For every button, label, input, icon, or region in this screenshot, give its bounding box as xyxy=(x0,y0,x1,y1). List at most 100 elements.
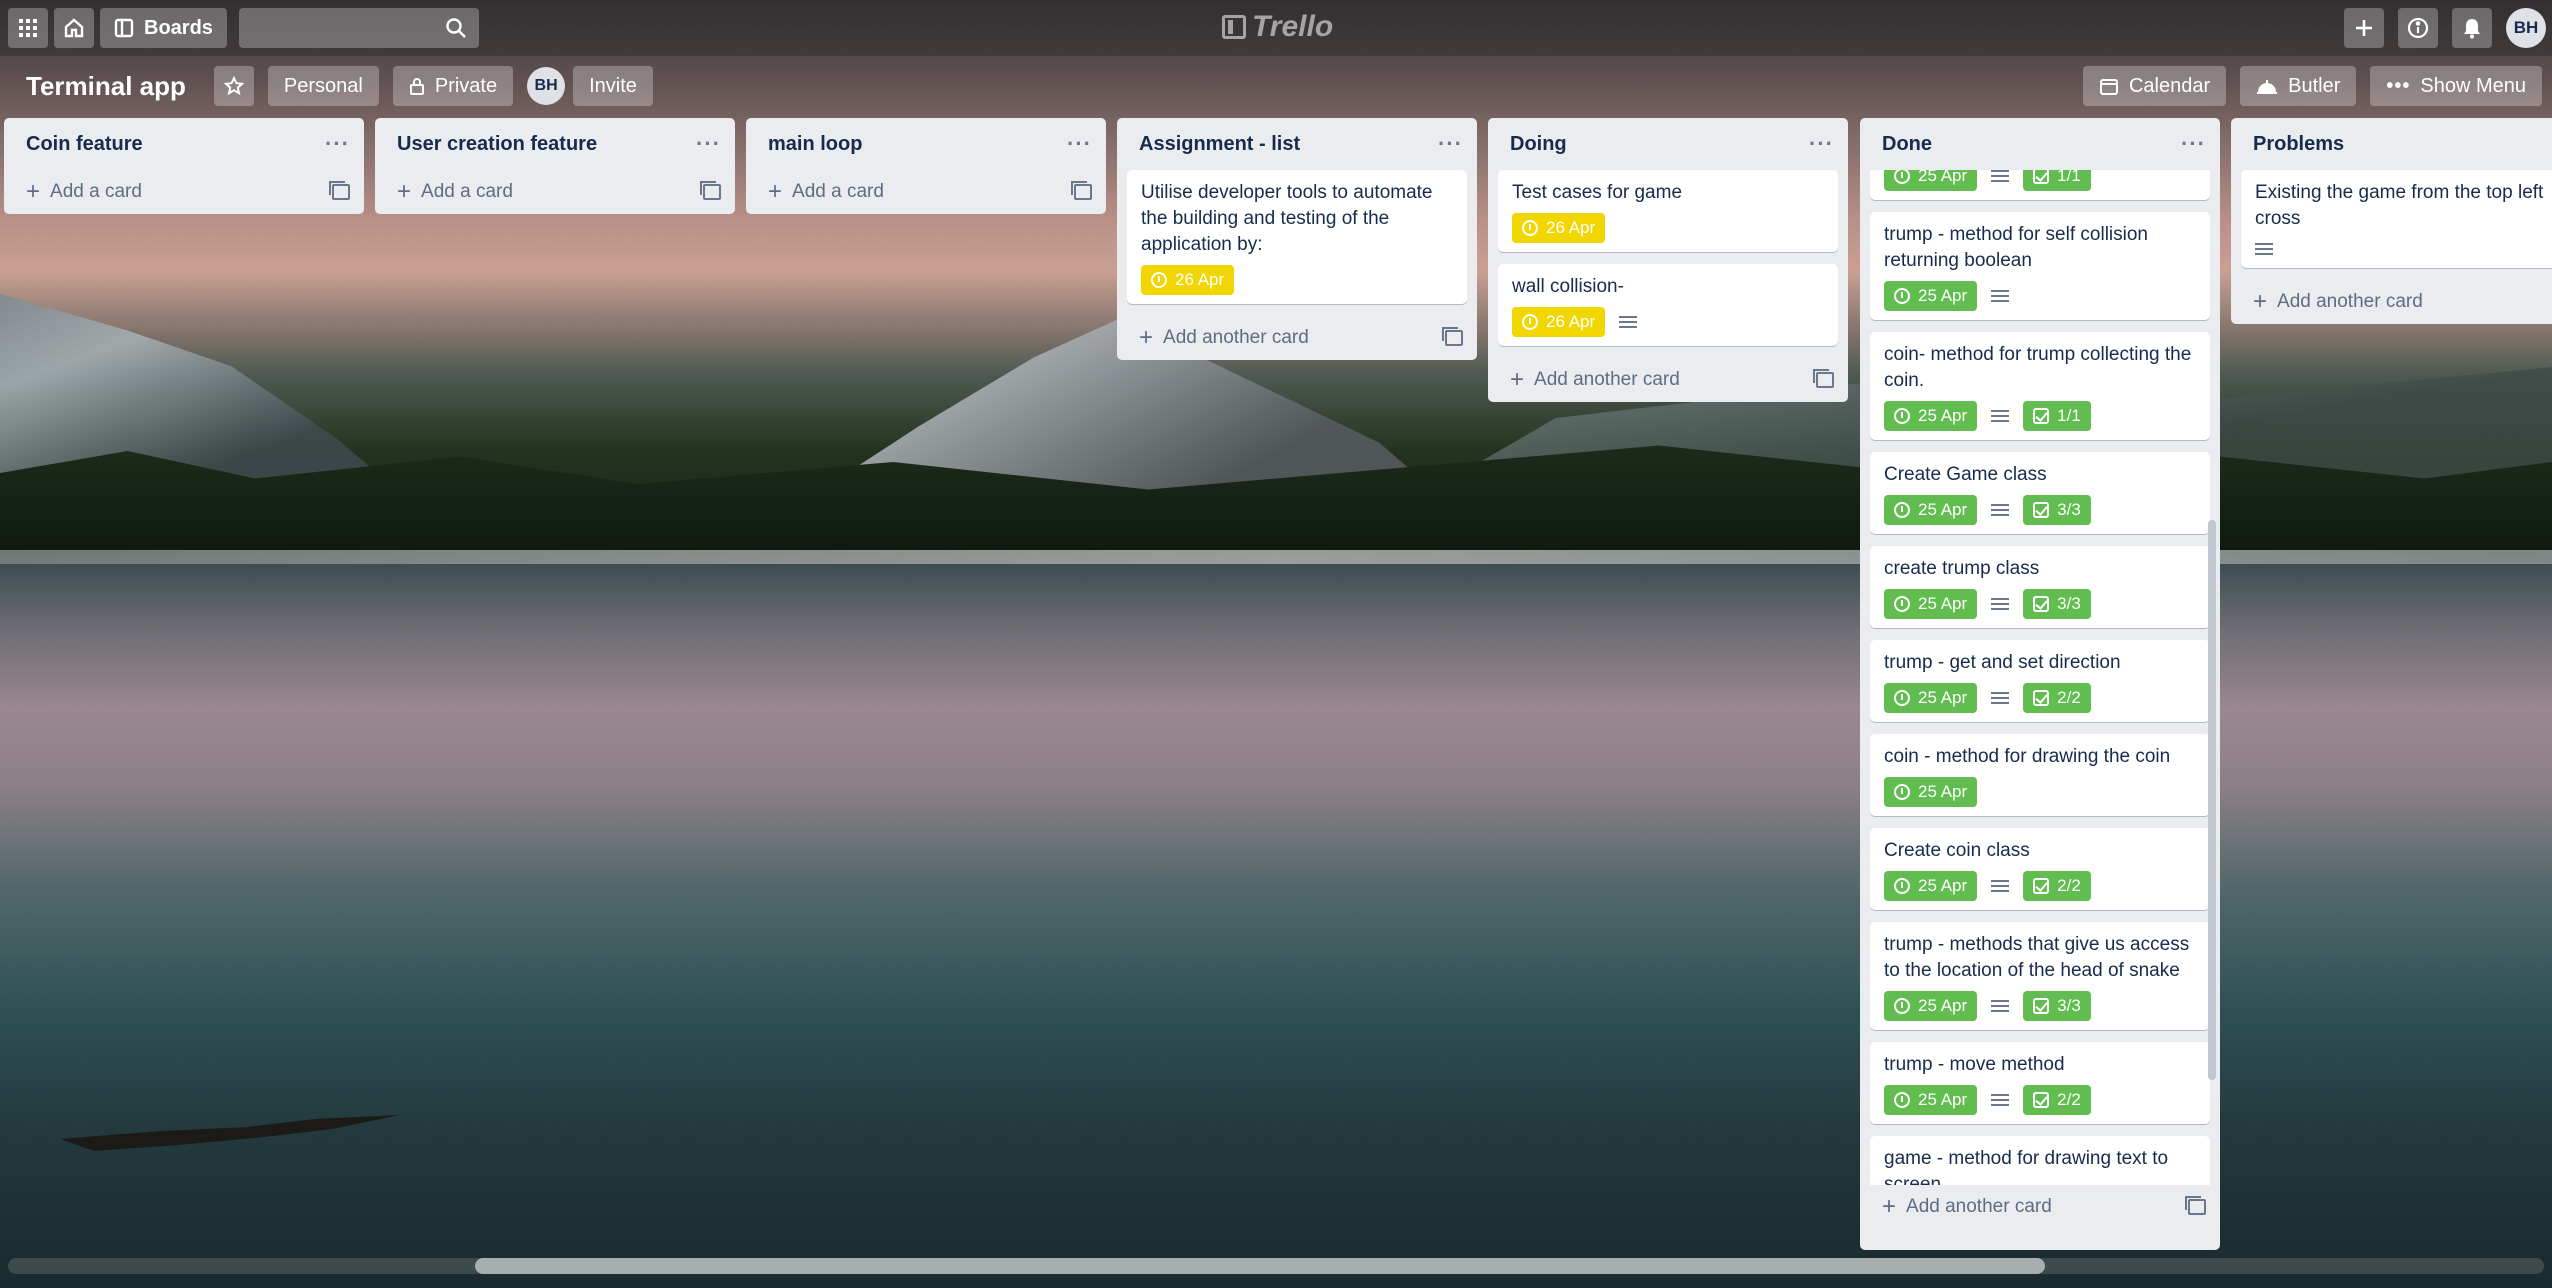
card[interactable]: Create Game class 25 Apr 3/3 xyxy=(1870,452,2210,534)
card-title: trump - methods that give us access to t… xyxy=(1884,934,2190,981)
due-date-text: 25 Apr xyxy=(1918,170,1968,185)
board-title[interactable]: Terminal app xyxy=(14,71,198,102)
checklist-badge: 2/2 xyxy=(2023,683,2091,713)
card[interactable]: trump - method for self collision return… xyxy=(1870,212,2210,320)
list-coin-feature: Coin feature ··· + Add a card xyxy=(4,118,364,214)
list-cards: 25 Apr 1/1 trump - method for self colli… xyxy=(1860,170,2220,1185)
list-scrollbar[interactable] xyxy=(2208,520,2216,1080)
team-visibility-button[interactable]: Personal xyxy=(267,66,379,106)
due-date-badge[interactable]: 25 Apr xyxy=(1884,683,1978,713)
invite-button[interactable]: Invite xyxy=(573,66,653,106)
butler-label: Butler xyxy=(2288,74,2341,97)
add-card-button[interactable]: + Add a card xyxy=(746,170,1106,214)
clock-icon xyxy=(1894,784,1910,800)
card[interactable]: coin - method for drawing the coin 25 Ap… xyxy=(1870,734,2210,816)
checklist-badge: 2/2 xyxy=(2023,1085,2091,1115)
card-title: Existing the game from the top left cros… xyxy=(2255,182,2544,229)
due-date-badge[interactable]: 25 Apr xyxy=(1884,170,1978,191)
add-card-label: Add a card xyxy=(421,181,513,202)
list-title[interactable]: Doing xyxy=(1510,133,1567,156)
due-date-badge[interactable]: 25 Apr xyxy=(1884,401,1978,431)
card[interactable]: trump - move method 25 Apr 2/2 xyxy=(1870,1042,2210,1124)
add-card-button[interactable]: + Add a card xyxy=(375,170,735,214)
due-date-badge[interactable]: 26 Apr xyxy=(1141,265,1235,295)
trello-logo[interactable]: Trello xyxy=(1222,10,1333,44)
show-menu-button[interactable]: ••• Show Menu xyxy=(2370,66,2542,106)
info-button[interactable] xyxy=(2398,8,2438,48)
due-date-badge[interactable]: 26 Apr xyxy=(1512,307,1606,337)
list-menu-icon[interactable]: ··· xyxy=(1438,131,1463,157)
apps-grid-button[interactable] xyxy=(8,8,48,48)
calendar-button[interactable]: Calendar xyxy=(2082,66,2227,106)
checkbox-icon xyxy=(2033,596,2050,612)
card-template-icon[interactable] xyxy=(1442,327,1463,346)
card[interactable]: create trump class 25 Apr 3/3 xyxy=(1870,546,2210,628)
due-date-badge[interactable]: 25 Apr xyxy=(1884,495,1978,525)
list-menu-icon[interactable]: ··· xyxy=(2181,131,2206,157)
card[interactable]: Existing the game from the top left cros… xyxy=(2241,170,2552,268)
list-menu-icon[interactable]: ··· xyxy=(696,131,721,157)
show-menu-label: Show Menu xyxy=(2420,74,2526,97)
card[interactable]: coin- method for trump collecting the co… xyxy=(1870,332,2210,440)
search-input[interactable] xyxy=(238,8,479,48)
card[interactable]: game - method for drawing text to screen… xyxy=(1870,1136,2210,1185)
add-card-button[interactable]: + Add another card xyxy=(1860,1185,2220,1229)
list-header: Done ··· xyxy=(1860,118,2220,170)
due-date-text: 25 Apr xyxy=(1918,594,1968,613)
calendar-label: Calendar xyxy=(2128,74,2211,97)
list-title[interactable]: Assignment - list xyxy=(1139,133,1300,156)
member-avatar[interactable]: BH xyxy=(527,67,566,105)
due-date-badge[interactable]: 25 Apr xyxy=(1884,871,1978,901)
card[interactable]: trump - get and set direction 25 Apr 2/2 xyxy=(1870,640,2210,722)
add-card-button[interactable]: + Add another card xyxy=(2231,280,2552,324)
card-template-icon[interactable] xyxy=(1071,181,1092,200)
card[interactable]: Test cases for game 26 Apr xyxy=(1498,170,1838,252)
list-title[interactable]: main loop xyxy=(768,133,862,156)
add-card-button[interactable]: + Add another card xyxy=(1488,358,1848,402)
user-avatar[interactable]: BH xyxy=(2506,8,2546,48)
card-template-icon[interactable] xyxy=(329,181,350,200)
checklist-count: 2/2 xyxy=(2057,1090,2081,1109)
due-date-badge[interactable]: 26 Apr xyxy=(1512,213,1606,243)
list-menu-icon[interactable]: ··· xyxy=(1067,131,1092,157)
card[interactable]: trump - methods that give us access to t… xyxy=(1870,922,2210,1030)
list-title[interactable]: Coin feature xyxy=(26,133,143,156)
list-header: Assignment - list ··· xyxy=(1117,118,1477,170)
clock-icon xyxy=(1894,1092,1910,1108)
boards-button[interactable]: Boards xyxy=(100,8,227,48)
checkbox-icon xyxy=(2033,1092,2050,1108)
list-title[interactable]: Done xyxy=(1882,133,1932,156)
butler-button[interactable]: Butler xyxy=(2240,66,2357,106)
card[interactable]: wall collision- 26 Apr xyxy=(1498,264,1838,346)
card[interactable]: 25 Apr 1/1 xyxy=(1870,170,2210,200)
list-title[interactable]: Problems xyxy=(2253,133,2344,156)
notifications-button[interactable] xyxy=(2452,8,2492,48)
due-date-badge[interactable]: 25 Apr xyxy=(1884,1085,1978,1115)
clock-icon xyxy=(1894,288,1910,304)
add-card-button[interactable]: + Add a card xyxy=(4,170,364,214)
due-date-badge[interactable]: 25 Apr xyxy=(1884,991,1978,1021)
due-date-badge[interactable]: 25 Apr xyxy=(1884,777,1978,807)
privacy-label: Private xyxy=(434,74,498,97)
board-header: Terminal app Personal Private BH Invite … xyxy=(0,62,2552,110)
add-card-button[interactable]: + Add another card xyxy=(1117,316,1477,360)
create-button[interactable] xyxy=(2344,8,2384,48)
board-scrollbar-thumb[interactable] xyxy=(475,1258,2045,1274)
card[interactable]: Create coin class 25 Apr 2/2 xyxy=(1870,828,2210,910)
list-title[interactable]: User creation feature xyxy=(397,133,597,156)
card-template-icon[interactable] xyxy=(2185,1196,2206,1215)
due-date-badge[interactable]: 25 Apr xyxy=(1884,589,1978,619)
card-template-icon[interactable] xyxy=(1813,369,1834,388)
list-cards-scroll-area[interactable]: 25 Apr 1/1 trump - method for self colli… xyxy=(1860,170,2220,1185)
list-menu-icon[interactable]: ··· xyxy=(1809,131,1834,157)
description-icon xyxy=(1991,290,2010,302)
clock-icon xyxy=(1894,596,1910,612)
card[interactable]: Utilise developer tools to automate the … xyxy=(1127,170,1467,304)
star-board-button[interactable] xyxy=(213,66,254,106)
home-button[interactable] xyxy=(54,8,94,48)
card-title: game - method for drawing text to screen… xyxy=(1884,1148,2169,1185)
due-date-badge[interactable]: 25 Apr xyxy=(1884,281,1978,311)
privacy-button[interactable]: Private xyxy=(392,66,514,106)
list-menu-icon[interactable]: ··· xyxy=(325,131,350,157)
card-template-icon[interactable] xyxy=(700,181,721,200)
